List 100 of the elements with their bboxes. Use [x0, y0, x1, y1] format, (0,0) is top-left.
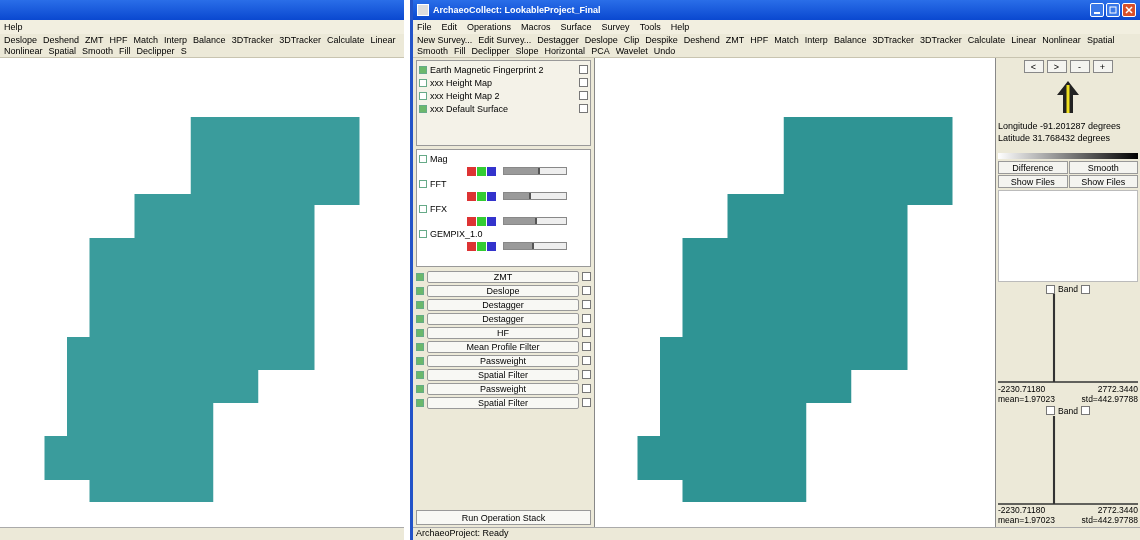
toolbar-button[interactable]: Horizontal — [542, 46, 588, 56]
checkbox[interactable] — [419, 91, 427, 100]
navigation-button[interactable]: + — [1092, 60, 1113, 73]
run-button[interactable]: Run Operation Stack — [416, 510, 591, 525]
layer-name[interactable]: xxx Height Map 2 — [430, 90, 576, 101]
checkbox[interactable] — [419, 65, 427, 74]
maximize-button[interactable] — [1106, 3, 1120, 17]
slider-fill[interactable] — [504, 243, 534, 249]
minimize-button[interactable] — [1090, 3, 1104, 17]
slider-fill[interactable] — [504, 193, 531, 199]
toolbar-button[interactable]: Wavelet — [613, 46, 650, 56]
checkbox[interactable] — [416, 286, 424, 295]
operation-button[interactable]: Spatial Filter — [427, 396, 579, 409]
menu-item[interactable]: Survey — [601, 22, 630, 32]
checkbox[interactable] — [419, 229, 427, 238]
slider-fill[interactable] — [504, 168, 541, 174]
plus-button[interactable] — [1080, 284, 1090, 294]
checkbox[interactable] — [419, 78, 427, 87]
toolbar-button[interactable]: Nonlinear — [2, 46, 45, 56]
navigation-button[interactable]: - — [1069, 60, 1090, 73]
toolbar-button[interactable]: Despike — [643, 35, 680, 45]
operation-button[interactable]: HF — [427, 326, 579, 339]
checkbox[interactable] — [416, 384, 424, 393]
layer-name[interactable]: xxx Height Map — [430, 77, 576, 88]
toolbar-button[interactable]: PCA — [589, 46, 612, 56]
toolbar-button[interactable]: Linear — [1009, 35, 1039, 45]
toolbar-button[interactable]: Declipper — [134, 46, 177, 56]
toolbar-button[interactable]: Slope — [513, 46, 541, 56]
toolbar-button[interactable]: HPF — [107, 35, 130, 45]
navigation-button[interactable]: < — [1023, 60, 1044, 73]
checkbox[interactable] — [419, 179, 427, 188]
plus-button[interactable] — [1080, 406, 1090, 415]
toolbar-button[interactable]: Deshend — [681, 35, 722, 45]
toolbar-button[interactable]: Clip — [621, 35, 642, 45]
operation-button[interactable]: Deslope — [427, 284, 579, 297]
toolbar-button[interactable]: Match — [772, 35, 801, 45]
toolbar-button[interactable]: Calculate — [325, 35, 367, 45]
view-button[interactable]: Smooth — [1068, 161, 1138, 174]
view-button[interactable]: Difference — [998, 161, 1068, 174]
toolbar-button[interactable]: Nonlinear — [1040, 35, 1083, 45]
toolbar-button[interactable]: Smooth — [415, 46, 451, 56]
toolbar-button[interactable]: Declipper — [469, 46, 512, 56]
checkbox[interactable] — [416, 370, 424, 379]
toolbar-button[interactable]: Interp — [802, 35, 830, 45]
view-button[interactable]: Show Files — [1068, 175, 1138, 188]
checkbox[interactable] — [416, 300, 424, 309]
minus-button[interactable] — [1046, 284, 1056, 294]
toolbar-button[interactable]: S — [178, 46, 189, 56]
toolbar-button[interactable]: 3DTracker — [870, 35, 917, 45]
toolbar-button[interactable]: ZMT — [83, 35, 106, 45]
menu-item[interactable]: File — [417, 22, 432, 32]
toolbar-button[interactable]: Linear — [368, 35, 398, 45]
image-name[interactable]: Mag — [430, 153, 588, 164]
checkbox[interactable] — [416, 328, 424, 337]
toolbar-button[interactable]: Edit Survey... — [476, 35, 534, 45]
toolbar-button[interactable]: Smooth — [80, 46, 116, 56]
toolbar-button[interactable]: HPF — [748, 35, 771, 45]
toolbar-button[interactable]: Fill — [117, 46, 133, 56]
toolbar-button[interactable]: 3DTracker — [277, 35, 323, 45]
menu-item[interactable]: Help — [4, 22, 23, 32]
view-button[interactable]: Show Files — [998, 175, 1068, 188]
operation-button[interactable]: Destagger — [427, 312, 579, 325]
toolbar-button[interactable]: Deslope — [582, 35, 620, 45]
menu-item[interactable]: Operations — [467, 22, 512, 32]
toolbar-button[interactable]: Deslope — [2, 35, 40, 45]
checkbox[interactable] — [419, 154, 427, 163]
toolbar-button[interactable]: Balance — [191, 35, 228, 45]
image-name[interactable]: FFT — [430, 178, 588, 189]
checkbox[interactable] — [416, 342, 424, 351]
navigation-button[interactable]: > — [1046, 60, 1067, 73]
menu-item[interactable]: Edit — [441, 22, 458, 32]
operation-button[interactable]: Mean Profile Filter — [427, 340, 579, 353]
image-name[interactable]: FFX — [430, 203, 588, 214]
checkbox[interactable] — [416, 314, 424, 323]
toolbar-button[interactable]: New Survey... — [415, 35, 475, 45]
toolbar-button[interactable]: Deshend — [41, 35, 82, 45]
checkbox[interactable] — [419, 204, 427, 213]
toolbar-button[interactable]: Spatial — [46, 46, 79, 56]
close-button[interactable] — [1122, 3, 1136, 17]
layer-name[interactable]: Earth Magnetic Fingerprint 2 — [430, 64, 576, 75]
minus-button[interactable] — [1046, 406, 1056, 415]
layer-name[interactable]: xxx Default Surface — [430, 103, 576, 114]
toolbar-button[interactable]: ZMT — [723, 35, 747, 45]
toolbar-button[interactable]: Fill — [452, 46, 468, 56]
menu-item[interactable]: Macros — [521, 22, 551, 32]
toolbar-button[interactable]: Calculate — [965, 35, 1008, 45]
toolbar-button[interactable]: Balance — [831, 35, 869, 45]
checkbox[interactable] — [416, 356, 424, 365]
menu-item[interactable]: Help — [670, 22, 690, 32]
checkbox[interactable] — [416, 398, 424, 407]
menu-item[interactable]: Surface — [560, 22, 592, 32]
operation-button[interactable]: Spatial Filter — [427, 368, 579, 381]
menu-item[interactable]: Tools — [639, 22, 661, 32]
toolbar-button[interactable]: Spatial — [1084, 35, 1117, 45]
slider-fill[interactable] — [504, 218, 537, 224]
checkbox[interactable] — [419, 104, 427, 113]
operation-button[interactable]: Passweight — [427, 354, 579, 367]
toolbar-button[interactable]: Interp — [162, 35, 190, 45]
toolbar-button[interactable]: Undo — [651, 46, 678, 56]
toolbar-button[interactable]: Match — [131, 35, 161, 45]
